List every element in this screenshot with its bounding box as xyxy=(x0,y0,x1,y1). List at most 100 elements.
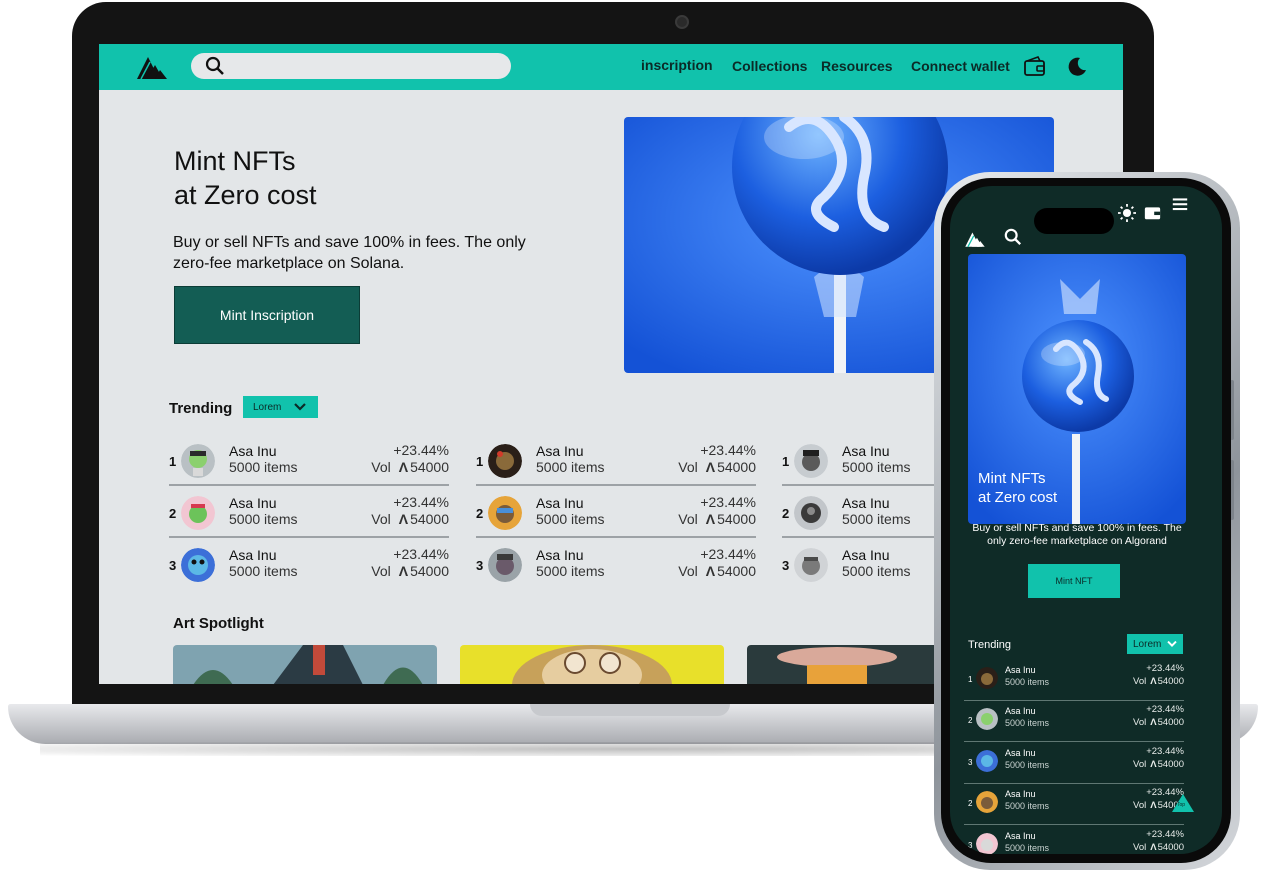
change-percent: +23.44% xyxy=(700,442,756,458)
rank: 2 xyxy=(968,799,973,808)
trending-row[interactable]: 3 Asa Inu 5000 items +23.44% VolΛ54000 xyxy=(476,546,756,586)
item-count: 5000 items xyxy=(1005,760,1050,770)
item-count: 5000 items xyxy=(536,511,605,527)
vol-value: 54000 xyxy=(410,511,449,527)
trending-dropdown[interactable]: Lorem xyxy=(243,396,318,418)
rank: 2 xyxy=(169,506,177,521)
divider xyxy=(476,536,756,538)
wallet-icon[interactable] xyxy=(1023,55,1047,79)
trending-row[interactable]: 2 Asa Inu 5000 items +23.44% VolΛ54000 xyxy=(476,494,756,538)
avatar xyxy=(488,548,522,582)
scroll-top-button[interactable]: Top xyxy=(1172,794,1194,812)
volume: Vol Λ54000 xyxy=(371,511,449,527)
trending-row[interactable]: 3 Asa Inu 5000 items +23.44% VolΛ54000 xyxy=(964,829,1184,854)
chevron-down-icon xyxy=(1167,640,1177,647)
trending-row[interactable]: 1 Asa Inu 5000 items +23.44% VolΛ54000 xyxy=(476,442,756,486)
vol-label: Vol xyxy=(678,563,698,579)
vol-label: Vol xyxy=(1133,800,1147,811)
trending-row[interactable]: 1 Asa Inu 5000 items +23.44% VolΛ54000 xyxy=(964,663,1184,701)
vol-value: 54000 xyxy=(1157,676,1184,687)
divider xyxy=(476,484,756,486)
avatar xyxy=(976,750,998,772)
collection-name: Asa Inu xyxy=(1005,665,1036,675)
volume: Vol Λ54000 xyxy=(371,459,449,475)
item-count: 5000 items xyxy=(536,459,605,475)
volume: Vol Λ54000 xyxy=(678,511,756,527)
collection-name: Asa Inu xyxy=(229,443,277,459)
wallet-icon[interactable] xyxy=(1144,204,1161,221)
mint-inscription-button[interactable]: Mint Inscription xyxy=(174,286,360,344)
rank: 1 xyxy=(782,454,790,469)
avatar xyxy=(976,833,998,854)
divider xyxy=(169,536,449,538)
change-percent: +23.44% xyxy=(700,546,756,562)
art-card[interactable] xyxy=(460,645,724,684)
dynamic-island xyxy=(1034,208,1114,234)
collection-name: Asa Inu xyxy=(536,443,584,459)
sun-icon[interactable] xyxy=(1118,204,1136,222)
dropdown-value: Lorem xyxy=(253,401,282,413)
collection-name: Asa Inu xyxy=(842,495,890,511)
item-count: 5000 items xyxy=(229,563,298,579)
item-count: 5000 items xyxy=(1005,801,1050,811)
vol-value: 54000 xyxy=(717,511,756,527)
trending-row[interactable]: 2 Asa Inu 5000 items +23.44% VolΛ54000 xyxy=(964,704,1184,742)
change-percent: +23.44% xyxy=(1146,829,1184,840)
moon-icon[interactable] xyxy=(1065,55,1089,79)
trending-heading: Trending xyxy=(968,639,1012,651)
collection-name: Asa Inu xyxy=(536,495,584,511)
avatar xyxy=(181,496,215,530)
search-icon[interactable] xyxy=(1004,228,1022,246)
trending-row[interactable]: 3 Asa Inu 5000 items +23.44% VolΛ54000 xyxy=(964,746,1184,784)
logo[interactable] xyxy=(135,53,169,81)
avatar xyxy=(794,444,828,478)
mint-nft-button[interactable]: Mint NFT xyxy=(1028,564,1120,598)
search-icon xyxy=(205,56,224,75)
trending-row[interactable]: 2 Asa Inu 5000 items +23.44% VolΛ54000 xyxy=(964,787,1184,825)
rank: 3 xyxy=(968,841,973,850)
art-card[interactable] xyxy=(173,645,437,684)
rank: 1 xyxy=(476,454,484,469)
trending-row[interactable]: 1 Asa Inu 5000 items +23.44% VolΛ54000 xyxy=(169,442,449,486)
rank: 2 xyxy=(782,506,790,521)
divider xyxy=(964,700,1184,701)
change-percent: +23.44% xyxy=(700,494,756,510)
rank: 3 xyxy=(968,758,973,767)
algo-icon: Λ xyxy=(1150,800,1157,811)
rank: 1 xyxy=(169,454,177,469)
hero-title: Mint NFTs at Zero cost xyxy=(174,144,317,212)
vol-value: 54000 xyxy=(410,563,449,579)
vol-label: Vol xyxy=(371,459,391,475)
logo[interactable] xyxy=(964,228,986,250)
scroll-top-label: Top xyxy=(1177,802,1186,808)
algo-icon: Λ xyxy=(398,563,409,579)
item-count: 5000 items xyxy=(842,459,911,475)
vol-label: Vol xyxy=(371,563,391,579)
algo-icon: Λ xyxy=(705,459,716,475)
hero-title-line2: at Zero cost xyxy=(978,489,1058,506)
dropdown-value: Lorem xyxy=(1133,638,1162,650)
hero-title: Mint NFTs at Zero cost xyxy=(978,469,1057,507)
algo-icon: Λ xyxy=(398,459,409,475)
search-input[interactable] xyxy=(191,53,511,79)
rank: 3 xyxy=(169,558,177,573)
change-percent: +23.44% xyxy=(1146,663,1184,674)
algo-icon: Λ xyxy=(1150,676,1157,687)
trending-row[interactable]: 3 Asa Inu 5000 items +23.44% VolΛ54000 xyxy=(169,546,449,586)
item-count: 5000 items xyxy=(229,511,298,527)
change-percent: +23.44% xyxy=(393,546,449,562)
rank: 1 xyxy=(968,675,973,684)
nav-link-collections[interactable]: Collections xyxy=(732,58,807,74)
item-count: 5000 items xyxy=(842,563,911,579)
trending-row[interactable]: 2 Asa Inu 5000 items +23.44% VolΛ54000 xyxy=(169,494,449,538)
navbar: inscription Collections Resources Connec… xyxy=(99,44,1123,90)
algo-icon: Λ xyxy=(705,563,716,579)
algo-icon: Λ xyxy=(1150,717,1157,728)
nav-link-resources[interactable]: Resources xyxy=(821,58,893,74)
vol-label: Vol xyxy=(1133,717,1147,728)
menu-icon[interactable] xyxy=(1172,196,1188,212)
nav-link-connect-wallet[interactable]: Connect wallet xyxy=(911,58,1010,74)
vol-value: 54000 xyxy=(717,563,756,579)
nav-link-inscription[interactable]: inscription xyxy=(641,57,713,73)
trending-dropdown[interactable]: Lorem xyxy=(1127,634,1183,654)
